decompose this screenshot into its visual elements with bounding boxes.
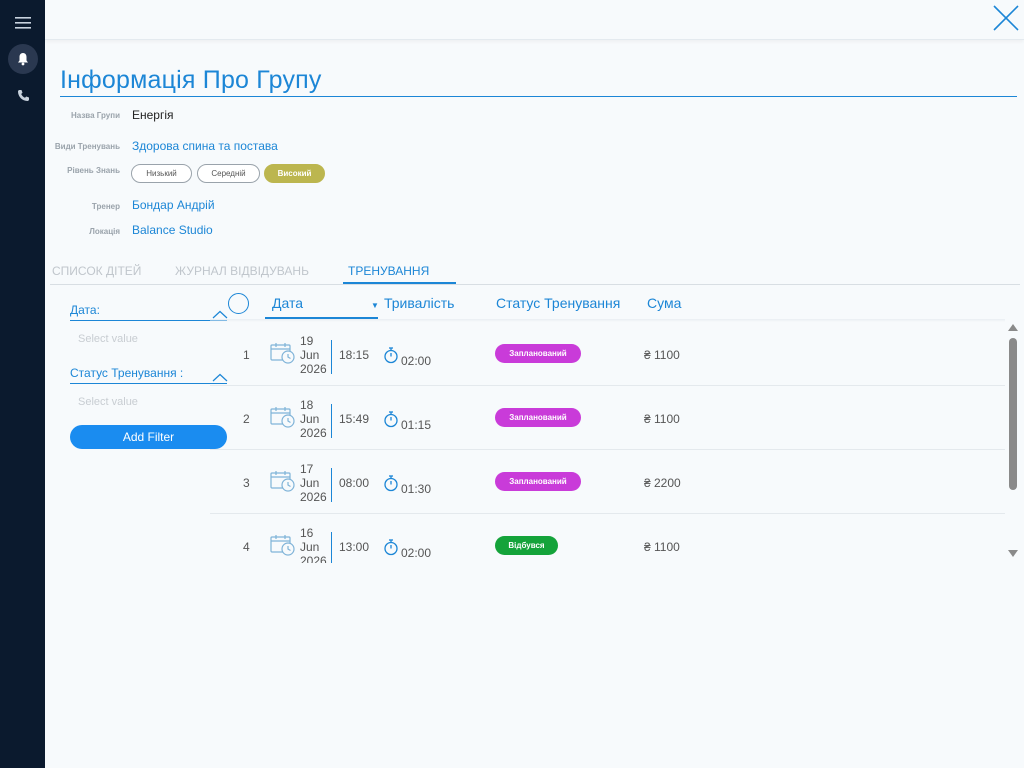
stopwatch-icon <box>383 474 399 492</box>
select-all-checkbox[interactable] <box>228 293 249 314</box>
training-types-link[interactable]: Здорова спина та постава <box>132 139 278 153</box>
calendar-clock-icon <box>270 533 296 557</box>
sort-desc-icon[interactable]: ▼ <box>371 301 379 310</box>
phone-icon[interactable] <box>8 80 38 110</box>
duration-value: 01:30 <box>401 482 432 496</box>
level-low-button[interactable]: Низький <box>131 164 192 183</box>
start-time: 13:00 <box>339 540 370 554</box>
column-header-status[interactable]: Статус Тренування <box>496 295 620 311</box>
status-filter-underline <box>70 383 227 384</box>
group-name-value: Енергія <box>132 108 174 122</box>
date-separator <box>331 532 332 563</box>
status-filter-label[interactable]: Статус Тренування : <box>70 366 183 380</box>
start-time: 18:15 <box>339 348 370 362</box>
date-filter-underline <box>70 320 227 321</box>
table-row[interactable]: 2 18 Jun 2026 15:49 01:15 Запланований ₴… <box>210 386 1005 450</box>
trainings-table: 1 19 Jun 2026 18:15 02:00 Запланований ₴… <box>210 322 1005 563</box>
status-filter-input[interactable]: Select value <box>78 396 138 408</box>
active-tab-indicator <box>343 282 456 284</box>
scroll-down-arrow[interactable] <box>1008 550 1018 557</box>
calendar-clock-icon <box>270 341 296 365</box>
start-time: 15:49 <box>339 412 370 426</box>
page-title: Інформація Про Групу <box>60 66 322 94</box>
menu-icon[interactable] <box>8 8 38 38</box>
status-badge: Відбувся <box>495 536 558 555</box>
date-month: Jun <box>300 348 320 362</box>
status-badge: Запланований <box>495 472 581 491</box>
stopwatch-icon <box>383 410 399 428</box>
sum-value: ₴ 1100 <box>644 412 680 426</box>
location-link[interactable]: Balance Studio <box>132 223 213 237</box>
date-filter-input[interactable]: Select value <box>78 333 138 345</box>
column-header-date[interactable]: Дата <box>272 295 303 311</box>
scroll-up-arrow[interactable] <box>1008 324 1018 331</box>
row-number: 3 <box>243 476 250 490</box>
calendar-clock-icon <box>270 405 296 429</box>
duration-value: 02:00 <box>401 354 432 368</box>
scrollbar-thumb[interactable] <box>1009 338 1017 490</box>
date-year: 2026 <box>300 554 327 563</box>
sum-value: ₴ 1100 <box>644 540 680 554</box>
date-separator <box>331 468 332 502</box>
date-day: 16 <box>300 526 314 540</box>
date-day: 19 <box>300 334 314 348</box>
location-label: Локація <box>89 227 120 236</box>
start-time: 08:00 <box>339 476 370 490</box>
level-high-button[interactable]: Високий <box>264 164 325 183</box>
top-bar <box>45 0 1024 40</box>
stopwatch-icon <box>383 346 399 364</box>
date-separator <box>331 340 332 374</box>
status-badge: Запланований <box>495 408 581 427</box>
date-filter-label[interactable]: Дата: <box>70 303 100 317</box>
column-header-sum[interactable]: Сума <box>647 295 681 311</box>
knowledge-level-label: Рівень Знань <box>67 166 120 175</box>
sum-value: ₴ 1100 <box>644 348 680 362</box>
date-day: 18 <box>300 398 314 412</box>
date-year: 2026 <box>300 362 327 376</box>
sum-value: ₴ 2200 <box>644 476 681 490</box>
tab-children-list[interactable]: СПИСОК ДІТЕЙ <box>52 264 141 278</box>
duration-value: 01:15 <box>401 418 432 432</box>
duration-value: 02:00 <box>401 546 432 560</box>
group-name-label: Назва Групи <box>71 111 120 120</box>
title-underline <box>60 96 1017 97</box>
tab-trainings[interactable]: ТРЕНУВАННЯ <box>348 264 429 278</box>
tabs-divider <box>50 284 1020 285</box>
tab-attendance-journal[interactable]: ЖУРНАЛ ВІДВІДУВАНЬ <box>175 264 309 278</box>
date-month: Jun <box>300 540 320 554</box>
bell-icon[interactable] <box>8 44 38 74</box>
date-month: Jun <box>300 412 320 426</box>
trainer-link[interactable]: Бондар Андрій <box>132 198 215 212</box>
table-row[interactable]: 4 16 Jun 2026 13:00 02:00 Відбувся ₴ 110… <box>210 514 1005 563</box>
date-year: 2026 <box>300 426 327 440</box>
date-day: 17 <box>300 462 314 476</box>
row-number: 4 <box>243 540 250 554</box>
level-medium-button[interactable]: Середній <box>197 164 260 183</box>
column-header-duration[interactable]: Тривалість <box>384 295 454 311</box>
table-row[interactable]: 3 17 Jun 2026 08:00 01:30 Запланований ₴… <box>210 450 1005 514</box>
add-filter-button[interactable]: Add Filter <box>70 425 227 449</box>
date-month: Jun <box>300 476 320 490</box>
status-badge: Запланований <box>495 344 581 363</box>
row-number: 1 <box>243 348 250 362</box>
date-separator <box>331 404 332 438</box>
close-icon[interactable] <box>992 4 1020 32</box>
trainer-label: Тренер <box>91 202 120 211</box>
chevron-up-icon[interactable] <box>212 307 228 319</box>
stopwatch-icon <box>383 538 399 556</box>
table-row[interactable]: 1 19 Jun 2026 18:15 02:00 Запланований ₴… <box>210 322 1005 386</box>
date-year: 2026 <box>300 490 327 504</box>
row-number: 2 <box>243 412 250 426</box>
training-types-label: Види Тренувань <box>54 142 120 151</box>
calendar-clock-icon <box>270 469 296 493</box>
